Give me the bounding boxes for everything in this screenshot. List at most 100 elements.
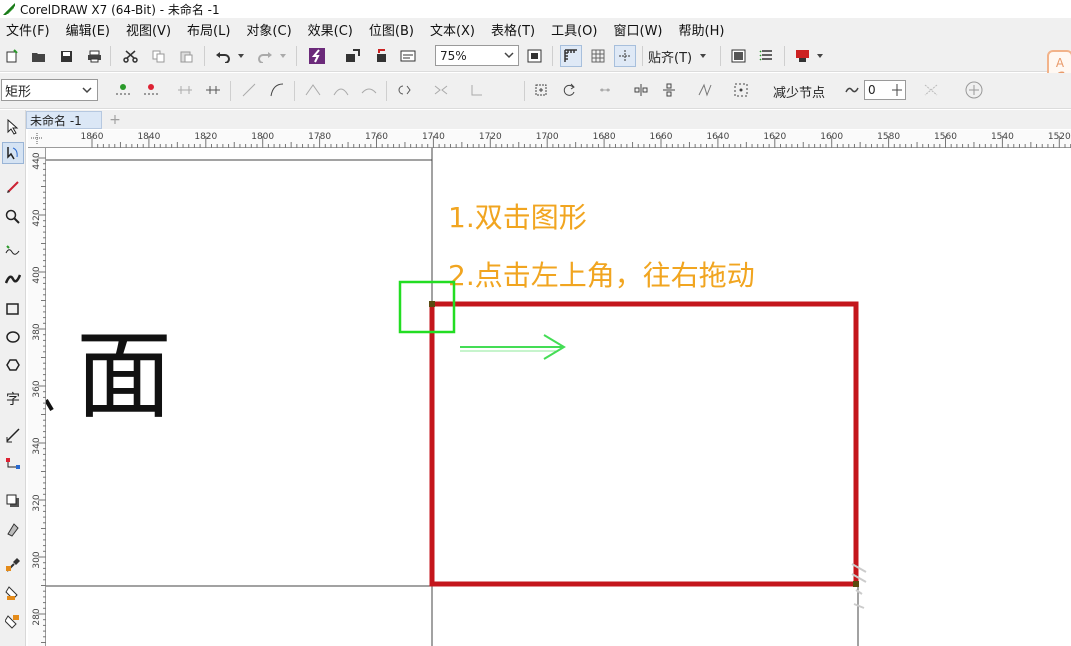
pick-tool-icon[interactable] — [2, 116, 24, 138]
show-grid-icon[interactable] — [588, 40, 608, 72]
select-all-nodes-icon[interactable] — [730, 73, 752, 107]
ruler-tick-label: 300 — [32, 551, 42, 569]
menu-window[interactable]: 窗口(W) — [614, 20, 663, 39]
make-node-cusp-icon[interactable] — [302, 73, 324, 107]
application-launcher-icon[interactable] — [792, 40, 812, 72]
reduce-nodes-button[interactable]: 减少节点 — [773, 82, 825, 101]
convert-to-curve-icon[interactable] — [266, 73, 288, 107]
break-curve-icon[interactable] — [202, 73, 224, 107]
parallel-dimension-tool-icon[interactable] — [2, 424, 24, 446]
import-icon[interactable] — [342, 40, 362, 72]
undo-icon[interactable] — [212, 40, 234, 72]
drawing-canvas[interactable]: 面 1.双击图形 2.点击左上角，往右拖动 — [46, 148, 1071, 646]
rotate-nodes-icon[interactable] — [558, 73, 580, 107]
freehand-tool-icon[interactable] — [2, 240, 24, 262]
text-tool-icon[interactable]: 字 — [2, 388, 24, 410]
shape-tool-icon[interactable] — [2, 142, 24, 164]
reflect-horizontal-icon[interactable] — [630, 73, 652, 107]
publish-pdf-icon[interactable] — [398, 40, 418, 72]
object-type-select[interactable]: 矩形 — [1, 79, 98, 101]
undo-dropdown-icon[interactable] — [236, 40, 246, 72]
snap-to-button[interactable]: 贴齐(T) — [648, 46, 707, 66]
menu-text[interactable]: 文本(X) — [430, 20, 475, 39]
redo-dropdown-icon[interactable] — [278, 40, 288, 72]
transparency-tool-icon[interactable] — [2, 518, 24, 540]
menu-effects[interactable]: 效果(C) — [308, 20, 353, 39]
full-screen-preview-icon[interactable] — [524, 40, 544, 72]
save-icon[interactable] — [56, 40, 76, 72]
convert-to-line-icon[interactable] — [238, 73, 260, 107]
partial-glyph-fragment — [46, 398, 54, 412]
curve-smoothness-value: 0 — [868, 83, 876, 97]
elastic-mode-icon[interactable] — [694, 73, 716, 107]
delete-node-icon[interactable] — [140, 73, 162, 107]
snap-label: 贴齐(T) — [648, 50, 693, 66]
menu-table[interactable]: 表格(T) — [491, 20, 535, 39]
ruler-tick-label: 320 — [32, 494, 42, 512]
interactive-fill-tool-icon[interactable] — [2, 582, 24, 604]
menu-file[interactable]: 文件(F) — [6, 20, 50, 39]
ruler-tick-label: 420 — [32, 209, 42, 227]
crop-tool-icon[interactable] — [2, 176, 24, 198]
copy-icon[interactable] — [148, 40, 168, 72]
paste-icon[interactable] — [176, 40, 196, 72]
ruler-tick-label: 1540 — [990, 132, 1014, 142]
add-node-icon[interactable] — [112, 73, 134, 107]
show-guidelines-icon[interactable] — [614, 45, 636, 67]
welcome-screen-icon[interactable] — [728, 40, 748, 72]
extend-curve-icon[interactable] — [430, 73, 452, 107]
ruler-tick-label: 1640 — [706, 132, 730, 142]
menu-help[interactable]: 帮助(H) — [679, 20, 725, 39]
show-rulers-icon[interactable] — [560, 45, 582, 67]
menu-view[interactable]: 视图(V) — [126, 20, 171, 39]
page-text-character[interactable]: 面 — [76, 328, 172, 424]
quick-customize-icon[interactable] — [962, 73, 986, 107]
ruler-tick-label: 360 — [32, 380, 42, 398]
extract-subpath-icon[interactable] — [466, 73, 488, 107]
search-content-icon[interactable] — [306, 40, 328, 72]
menu-edit[interactable]: 编辑(E) — [66, 20, 110, 39]
chevron-down-icon — [700, 54, 707, 58]
rectangle-tool-icon[interactable] — [2, 298, 24, 320]
menu-tools[interactable]: 工具(O) — [551, 20, 597, 39]
menu-bitmaps[interactable]: 位图(B) — [369, 20, 414, 39]
polygon-tool-icon[interactable] — [2, 354, 24, 376]
connector-tool-icon[interactable] — [2, 454, 24, 476]
auto-close-curve-icon[interactable] — [920, 73, 942, 107]
reflect-vertical-icon[interactable] — [658, 73, 680, 107]
make-node-smooth-icon[interactable] — [330, 73, 352, 107]
menu-object[interactable]: 对象(C) — [246, 20, 291, 39]
ruler-tick-label: 1680 — [592, 132, 616, 142]
cut-icon[interactable] — [120, 40, 140, 72]
redo-icon[interactable] — [254, 40, 276, 72]
align-nodes-icon[interactable] — [594, 73, 616, 107]
make-node-symmetrical-icon[interactable] — [358, 73, 380, 107]
new-document-icon[interactable] — [2, 40, 22, 72]
curve-smoothness-input[interactable]: 0 — [864, 80, 906, 100]
coreldraw-logo-icon — [3, 3, 15, 15]
ruler-tick-label: 400 — [32, 266, 42, 284]
eyedropper-tool-icon[interactable] — [2, 554, 24, 576]
join-nodes-icon[interactable] — [174, 73, 196, 107]
artistic-media-tool-icon[interactable] — [2, 268, 24, 290]
vertical-ruler[interactable]: 440 420 400 380 360 340 320 300 280 — [28, 148, 46, 646]
ellipse-tool-icon[interactable] — [2, 326, 24, 348]
zoom-tool-icon[interactable] — [2, 206, 24, 228]
document-tab[interactable]: 未命名 -1 — [26, 111, 102, 129]
export-icon[interactable] — [370, 40, 390, 72]
drop-shadow-tool-icon[interactable] — [2, 490, 24, 512]
reverse-direction-icon[interactable] — [394, 73, 416, 107]
smart-fill-tool-icon[interactable] — [2, 610, 24, 632]
launcher-dropdown-icon[interactable] — [814, 40, 826, 72]
new-tab-plus-icon[interactable]: + — [106, 111, 124, 129]
stretch-nodes-icon[interactable] — [530, 73, 552, 107]
open-folder-icon[interactable] — [28, 40, 48, 72]
print-icon[interactable] — [84, 40, 104, 72]
corner-highlight-box — [398, 280, 456, 334]
zoom-level-select[interactable]: 75% — [435, 45, 519, 66]
options-icon[interactable] — [756, 40, 776, 72]
spinner-icon[interactable] — [891, 82, 903, 98]
menu-layout[interactable]: 布局(L) — [187, 20, 230, 39]
ruler-tick-label: 1740 — [421, 132, 445, 142]
horizontal-ruler[interactable]: 1860 1840 1820 1800 1780 1760 1740 1720 1700 1680… — [28, 130, 1071, 148]
